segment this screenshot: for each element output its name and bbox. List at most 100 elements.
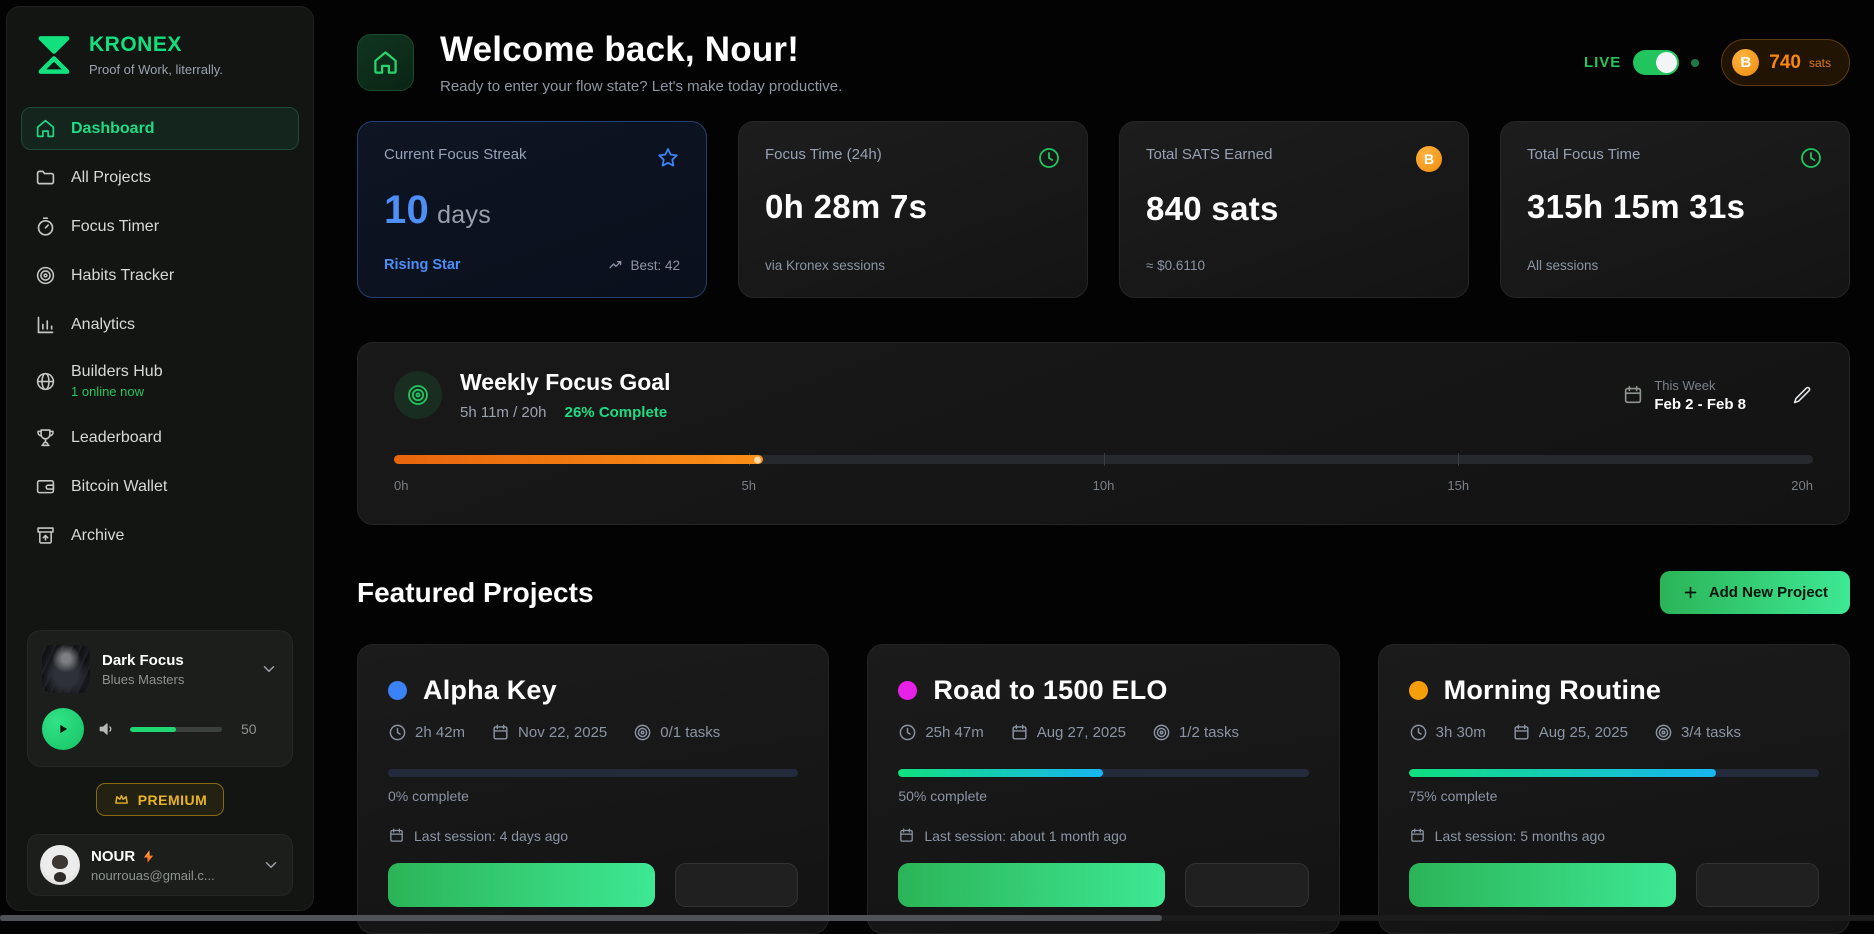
sidebar: KRONEX Proof of Work, literrally. Dashbo… bbox=[6, 6, 314, 911]
start-session-button[interactable] bbox=[1409, 863, 1676, 907]
plus-icon bbox=[1682, 584, 1699, 601]
project-card-morning-routine: Morning Routine 3h 30m Aug 25, 2025 3/4 … bbox=[1378, 644, 1850, 934]
project-date: Aug 27, 2025 bbox=[1037, 724, 1126, 741]
calendar-icon bbox=[898, 827, 915, 844]
horizontal-scrollbar[interactable] bbox=[0, 915, 1874, 921]
sidebar-item-label: Focus Timer bbox=[71, 218, 159, 236]
premium-badge[interactable]: PREMIUM bbox=[96, 783, 225, 816]
project-secondary-button[interactable] bbox=[1696, 863, 1819, 907]
tick-label: 0h bbox=[394, 478, 408, 493]
page-header: Welcome back, Nour! Ready to enter your … bbox=[357, 30, 1850, 95]
goal-title: Weekly Focus Goal bbox=[460, 369, 670, 396]
clock-icon bbox=[898, 723, 917, 742]
start-session-button[interactable] bbox=[388, 863, 655, 907]
page-title: Welcome back, Nour! bbox=[440, 30, 842, 70]
goal-axis-labels: 0h 5h 10h 15h 20h bbox=[394, 478, 1813, 494]
sidebar-item-builders-hub[interactable]: Builders Hub 1 online now bbox=[21, 352, 299, 410]
sidebar-item-label: Bitcoin Wallet bbox=[71, 478, 167, 496]
project-progress-bar bbox=[388, 769, 798, 777]
add-new-project-button[interactable]: Add New Project bbox=[1660, 571, 1850, 614]
project-secondary-button[interactable] bbox=[675, 863, 798, 907]
app-name: KRONEX bbox=[89, 33, 223, 57]
project-last-session: Last session: 4 days ago bbox=[414, 828, 568, 844]
main-content: Welcome back, Nour! Ready to enter your … bbox=[317, 0, 1874, 921]
star-icon bbox=[656, 146, 680, 170]
sidebar-item-label: Archive bbox=[71, 527, 124, 545]
sidebar-item-bitcoin-wallet[interactable]: Bitcoin Wallet bbox=[21, 465, 299, 508]
sidebar-item-habits-tracker[interactable]: Habits Tracker bbox=[21, 254, 299, 297]
stat-value: 315h 15m 31s bbox=[1527, 188, 1823, 226]
crown-icon bbox=[113, 791, 130, 808]
stat-value: 0h 28m 7s bbox=[765, 188, 1061, 226]
sats-balance-badge[interactable]: B 740 sats bbox=[1721, 39, 1850, 86]
best-streak: Best: 42 bbox=[630, 258, 680, 273]
globe-icon bbox=[35, 371, 56, 392]
user-name: NOUR bbox=[91, 848, 135, 865]
calendar-icon bbox=[1409, 827, 1426, 844]
calendar-icon bbox=[388, 827, 405, 844]
stat-label: Total Focus Time bbox=[1527, 146, 1640, 163]
bitcoin-icon: B bbox=[1732, 49, 1759, 76]
album-art bbox=[42, 645, 90, 693]
week-label: This Week bbox=[1654, 378, 1746, 393]
project-card-alpha-key: Alpha Key 2h 42m Nov 22, 2025 0/1 tasks … bbox=[357, 644, 829, 934]
stat-value-suffix: days bbox=[437, 201, 491, 229]
project-color-dot bbox=[388, 681, 407, 700]
project-secondary-button[interactable] bbox=[1185, 863, 1308, 907]
projects-grid: Alpha Key 2h 42m Nov 22, 2025 0/1 tasks … bbox=[357, 644, 1850, 934]
chevron-down-icon[interactable] bbox=[260, 660, 278, 678]
sidebar-item-dashboard[interactable]: Dashboard bbox=[21, 107, 299, 150]
home-tile bbox=[357, 34, 414, 91]
target-icon bbox=[633, 723, 652, 742]
home-icon bbox=[35, 118, 56, 139]
calendar-icon bbox=[491, 723, 510, 742]
avatar bbox=[40, 845, 80, 885]
sidebar-item-label: All Projects bbox=[71, 169, 151, 187]
featured-projects-title: Featured Projects bbox=[357, 577, 594, 609]
project-color-dot bbox=[898, 681, 917, 700]
trending-up-icon bbox=[608, 257, 624, 273]
sidebar-item-analytics[interactable]: Analytics bbox=[21, 303, 299, 346]
project-percent: 75% complete bbox=[1409, 788, 1819, 804]
app-tagline: Proof of Work, literrally. bbox=[89, 62, 223, 77]
stat-footnote: via Kronex sessions bbox=[765, 258, 885, 273]
play-button[interactable] bbox=[42, 708, 84, 750]
sidebar-item-all-projects[interactable]: All Projects bbox=[21, 156, 299, 199]
sidebar-item-label: Analytics bbox=[71, 316, 135, 334]
hourglass-logo-icon bbox=[33, 33, 75, 77]
wallet-icon bbox=[35, 476, 56, 497]
sidebar-item-label: Leaderboard bbox=[71, 429, 162, 447]
sidebar-item-leaderboard[interactable]: Leaderboard bbox=[21, 416, 299, 459]
project-progress-bar bbox=[1409, 769, 1819, 777]
user-menu[interactable]: NOUR nourrouas@gmail.c... bbox=[27, 834, 293, 896]
archive-icon bbox=[35, 525, 56, 546]
project-color-dot bbox=[1409, 681, 1428, 700]
sidebar-item-label: Habits Tracker bbox=[71, 267, 174, 285]
project-last-session: Last session: 5 months ago bbox=[1435, 828, 1605, 844]
tick-label: 5h bbox=[742, 478, 756, 493]
bitcoin-icon: B bbox=[1416, 146, 1442, 172]
scrollbar-thumb[interactable] bbox=[0, 915, 1162, 921]
project-time: 25h 47m bbox=[925, 724, 983, 741]
project-date: Nov 22, 2025 bbox=[518, 724, 607, 741]
volume-slider[interactable] bbox=[130, 727, 222, 732]
sidebar-nav: Dashboard All Projects Focus Timer Habit… bbox=[21, 107, 299, 557]
track-name: Dark Focus bbox=[102, 652, 248, 669]
sidebar-item-archive[interactable]: Archive bbox=[21, 514, 299, 557]
project-percent: 0% complete bbox=[388, 788, 798, 804]
start-session-button[interactable] bbox=[898, 863, 1165, 907]
sidebar-item-focus-timer[interactable]: Focus Timer bbox=[21, 205, 299, 248]
live-toggle[interactable] bbox=[1633, 50, 1679, 75]
volume-value: 50 bbox=[241, 721, 257, 737]
tick-label: 10h bbox=[1093, 478, 1115, 493]
edit-goal-button[interactable] bbox=[1792, 385, 1813, 406]
stat-card-focus-streak: Current Focus Streak 10days Rising Star … bbox=[357, 121, 707, 298]
stat-value: 840 sats bbox=[1146, 190, 1442, 228]
stats-row: Current Focus Streak 10days Rising Star … bbox=[357, 121, 1850, 298]
target-icon bbox=[1654, 723, 1673, 742]
track-artist: Blues Masters bbox=[102, 672, 248, 687]
chevron-down-icon[interactable] bbox=[262, 856, 280, 874]
clock-icon bbox=[1409, 723, 1428, 742]
stat-card-sats-earned: Total SATS Earned B 840 sats ≈ $0.6110 bbox=[1119, 121, 1469, 298]
goal-progress-text: 5h 11m / 20h bbox=[460, 404, 546, 421]
